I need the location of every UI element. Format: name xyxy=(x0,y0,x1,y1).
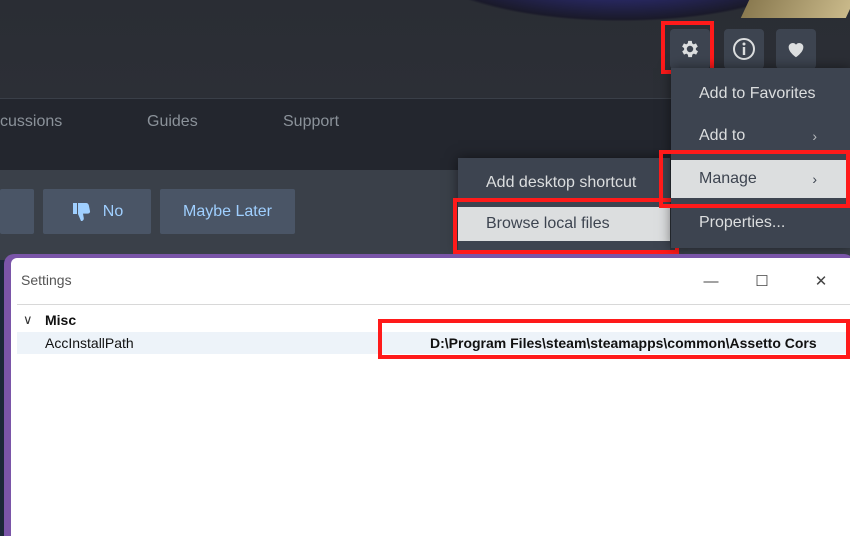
property-value[interactable]: D:\Program Files\steam\steamapps\common\… xyxy=(430,335,817,351)
tab-support[interactable]: Support xyxy=(283,113,339,131)
game-options-menu: Add to Favorites Add to › Manage › Prope… xyxy=(671,68,850,248)
no-button[interactable]: No xyxy=(43,189,151,234)
minimize-button[interactable]: — xyxy=(691,266,731,296)
menu-item-properties[interactable]: Properties... xyxy=(671,205,850,241)
settings-gear-button[interactable] xyxy=(670,29,710,69)
gear-icon xyxy=(682,40,698,58)
menu-item-label: Manage xyxy=(699,170,757,187)
close-button[interactable]: ✕ xyxy=(801,266,841,296)
window-title: Settings xyxy=(21,272,72,288)
menu-item-label: Properties... xyxy=(699,214,786,231)
thumbs-down-icon xyxy=(72,202,90,221)
category-name: Misc xyxy=(45,312,77,328)
property-grid: ∨ Misc AccInstallPath D:\Program Files\s… xyxy=(17,304,850,536)
menu-item-add-to-favorites[interactable]: Add to Favorites xyxy=(671,76,850,112)
tab-discussions[interactable]: cussions xyxy=(0,113,62,131)
menu-item-add-to[interactable]: Add to › xyxy=(671,118,850,154)
hero-artwork-logo xyxy=(740,0,850,18)
info-button[interactable] xyxy=(724,29,764,69)
property-row-accinstallpath[interactable]: AccInstallPath D:\Program Files\steam\st… xyxy=(17,332,850,354)
settings-titlebar[interactable]: Settings — ☐ ✕ xyxy=(11,258,850,304)
menu-item-label: Add to xyxy=(699,127,746,144)
heart-icon xyxy=(788,43,804,58)
menu-item-label: Add desktop shortcut xyxy=(486,174,637,191)
manage-submenu: Add desktop shortcut Browse local files xyxy=(458,158,670,251)
chevron-right-icon: › xyxy=(812,171,817,187)
tab-guides[interactable]: Guides xyxy=(147,113,198,131)
chevron-down-icon[interactable]: ∨ xyxy=(23,312,33,328)
info-icon xyxy=(733,38,755,60)
maybe-later-button[interactable]: Maybe Later xyxy=(160,189,295,234)
menu-item-browse-local-files[interactable]: Browse local files xyxy=(458,207,670,241)
favorite-button[interactable] xyxy=(776,29,816,69)
menu-item-manage[interactable]: Manage › xyxy=(671,160,850,198)
property-key: AccInstallPath xyxy=(45,335,134,351)
category-row-misc[interactable]: ∨ Misc xyxy=(17,310,850,332)
yes-button[interactable] xyxy=(0,189,34,234)
menu-item-add-desktop-shortcut[interactable]: Add desktop shortcut xyxy=(458,166,670,200)
chevron-right-icon: › xyxy=(812,128,817,144)
menu-item-label: Add to Favorites xyxy=(699,85,816,102)
menu-item-label: Browse local files xyxy=(486,215,610,232)
maybe-later-label: Maybe Later xyxy=(183,202,272,220)
no-label: No xyxy=(102,202,124,220)
maximize-button[interactable]: ☐ xyxy=(742,266,782,296)
settings-window-body: Settings — ☐ ✕ ∨ Misc AccInstallPath D:\… xyxy=(11,258,850,536)
settings-window: Settings — ☐ ✕ ∨ Misc AccInstallPath D:\… xyxy=(4,254,850,536)
